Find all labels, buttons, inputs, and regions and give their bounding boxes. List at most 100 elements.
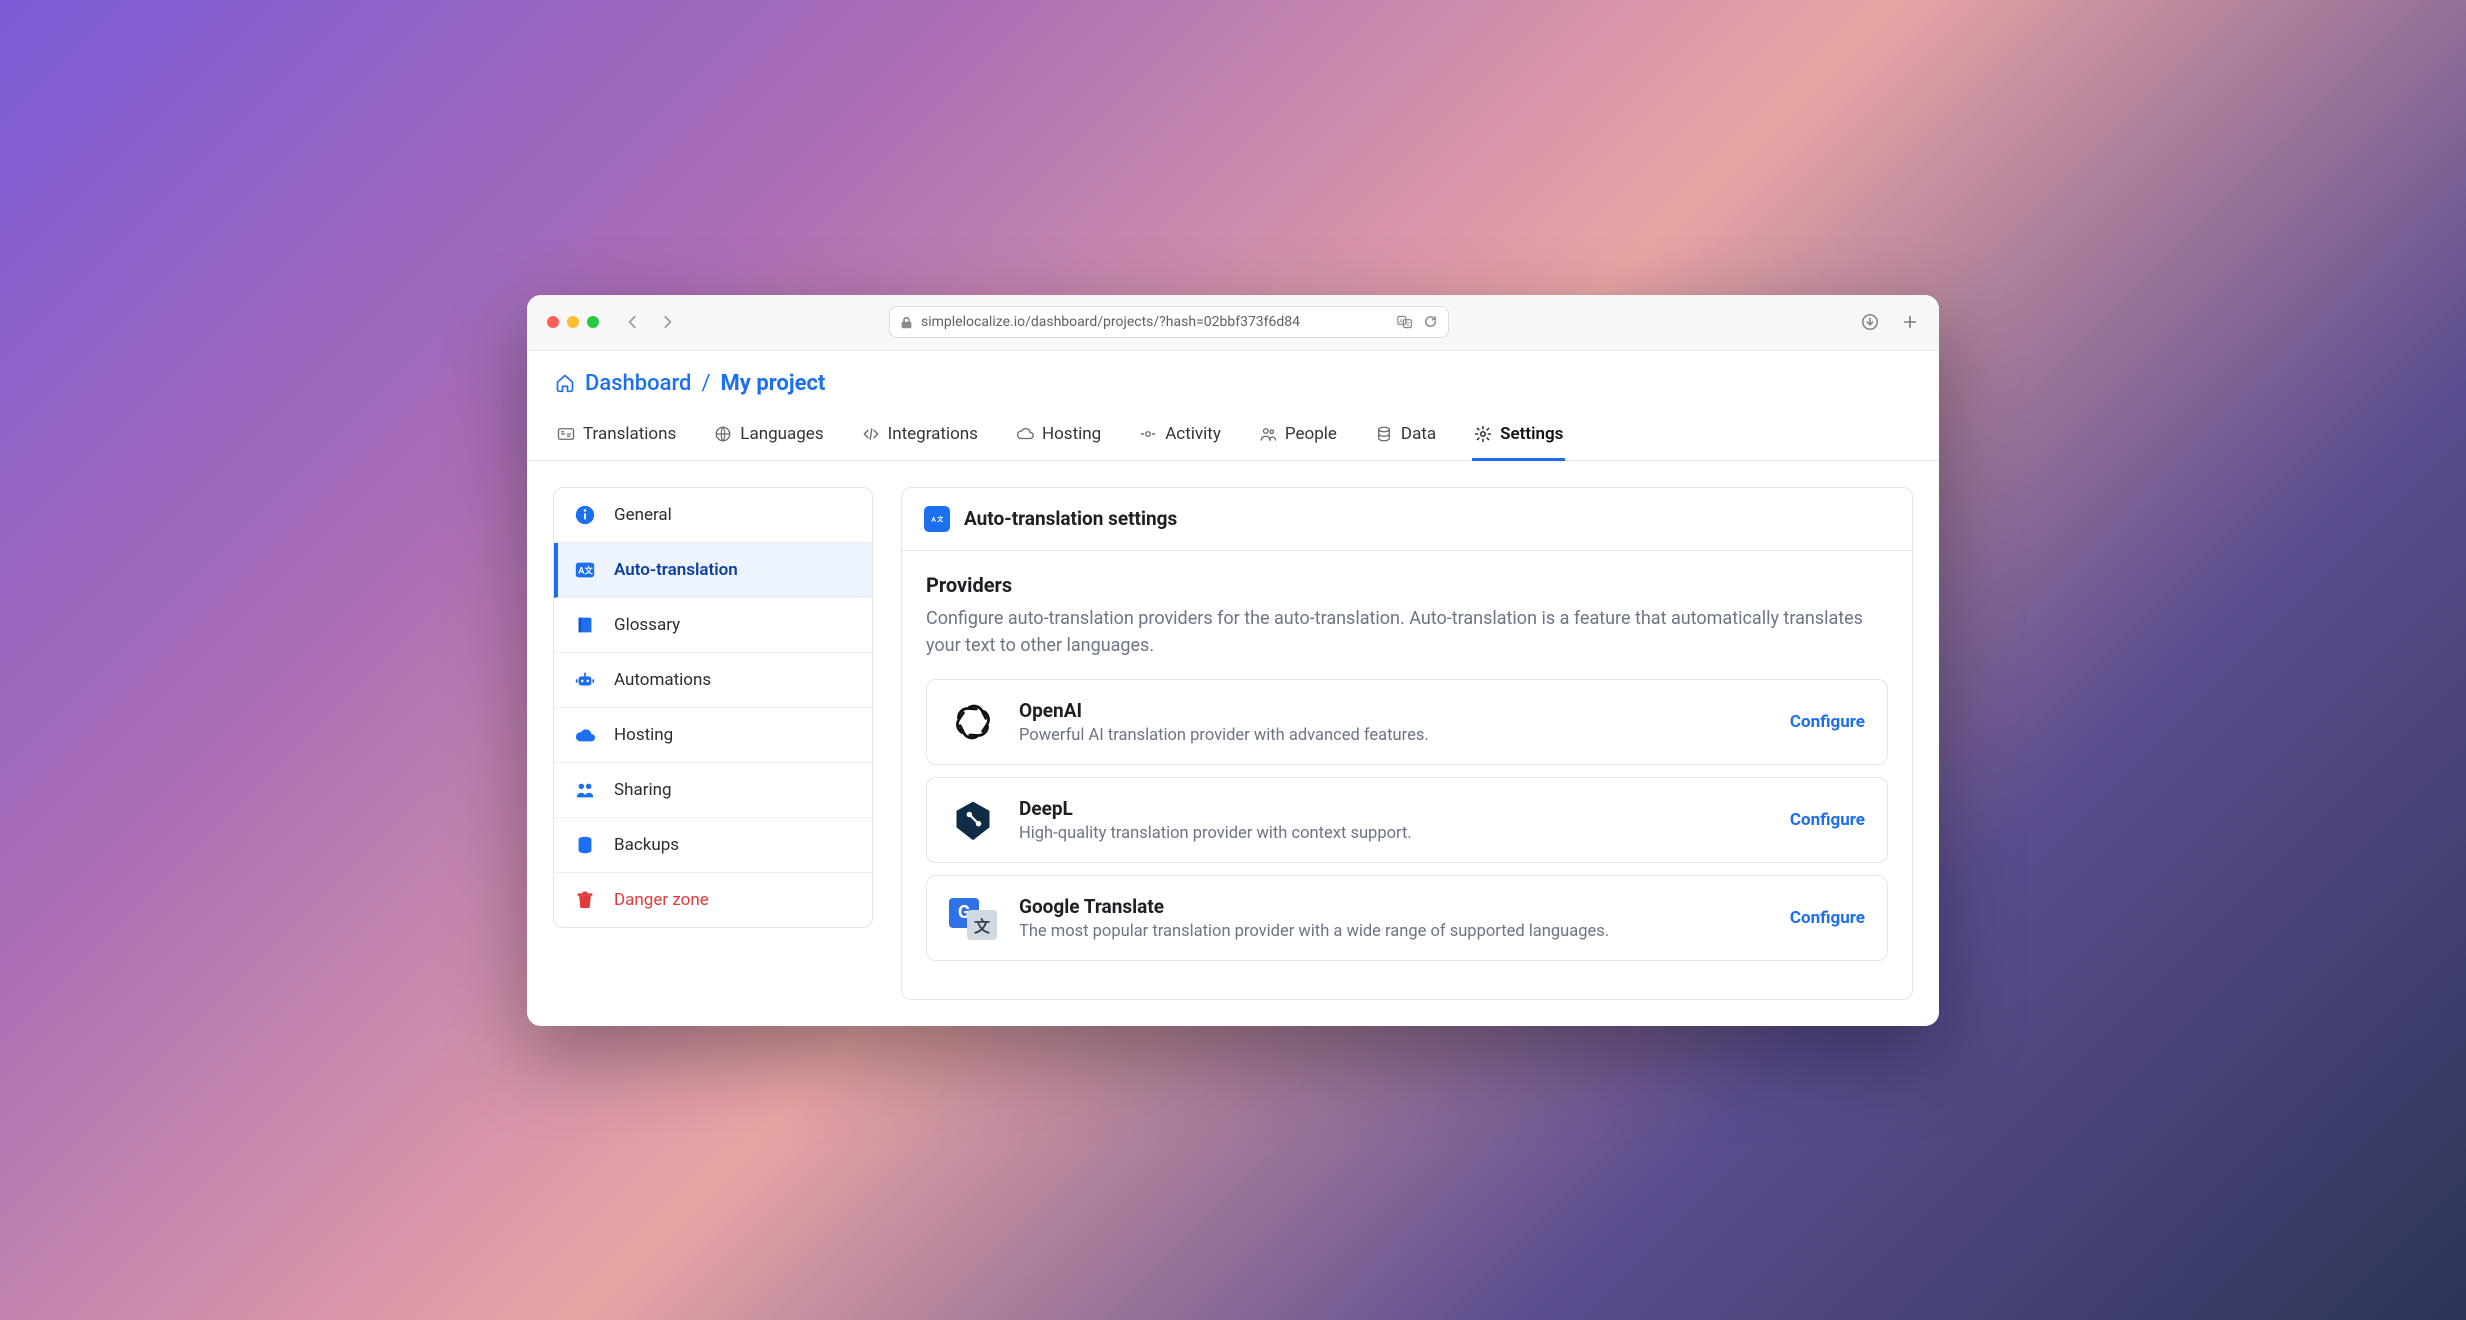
tab-integrations[interactable]: Integrations [860, 414, 980, 461]
provider-description: Powerful AI translation provider with ad… [1019, 726, 1768, 745]
sidebar-item-label: General [614, 505, 672, 525]
sidebar-item-danger[interactable]: Danger zone [554, 873, 872, 927]
openai-icon [949, 698, 997, 746]
translations-icon [557, 425, 575, 443]
panel-header: A文 Auto-translation settings [902, 488, 1912, 551]
tab-languages[interactable]: Languages [712, 414, 825, 461]
provider-name: Google Translate [1019, 895, 1768, 918]
app-content: Dashboard / My project Translations Lang… [527, 351, 1939, 1026]
url-text: simplelocalize.io/dashboard/projects/?ha… [921, 314, 1389, 330]
sidebar-item-label: Glossary [614, 615, 680, 635]
google-translate-icon: G 文 [949, 894, 997, 942]
sidebar-item-label: Automations [614, 670, 711, 690]
configure-button-google[interactable]: Configure [1790, 908, 1865, 928]
tab-label: Translations [583, 424, 676, 444]
configure-button-openai[interactable]: Configure [1790, 712, 1865, 732]
sidebar-item-sharing[interactable]: Sharing [554, 763, 872, 818]
project-tabs: Translations Languages Integrations Host… [527, 410, 1939, 461]
window-controls [547, 316, 599, 328]
titlebar: simplelocalize.io/dashboard/projects/?ha… [527, 295, 1939, 351]
provider-row-deepl: DeepL High-quality translation provider … [926, 777, 1888, 863]
globe-icon [714, 425, 732, 443]
settings-sidebar: General A文 Auto-translation Glossary [553, 487, 873, 928]
provider-description: High-quality translation provider with c… [1019, 824, 1768, 843]
activity-icon [1139, 425, 1157, 443]
breadcrumb-current: My project [721, 371, 826, 396]
configure-button-deepl[interactable]: Configure [1790, 810, 1865, 830]
share-icon [574, 779, 596, 801]
close-window-button[interactable] [547, 316, 559, 328]
stack-icon [574, 834, 596, 856]
reload-icon[interactable] [1423, 314, 1438, 330]
provider-row-openai: OpenAI Powerful AI translation provider … [926, 679, 1888, 765]
address-bar[interactable]: simplelocalize.io/dashboard/projects/?ha… [889, 306, 1449, 338]
sidebar-item-label: Hosting [614, 725, 673, 745]
sidebar-item-general[interactable]: General [554, 488, 872, 543]
minimize-window-button[interactable] [567, 316, 579, 328]
tab-settings[interactable]: Settings [1472, 414, 1565, 461]
sidebar-item-automations[interactable]: Automations [554, 653, 872, 708]
code-icon [862, 425, 880, 443]
robot-icon [574, 669, 596, 691]
svg-text:A: A [931, 515, 936, 523]
new-tab-button[interactable] [1901, 313, 1919, 331]
translate-page-icon[interactable]: A文 [1397, 314, 1413, 330]
sidebar-item-auto-translation[interactable]: A文 Auto-translation [554, 543, 872, 598]
tab-label: Data [1401, 424, 1436, 444]
tab-translations[interactable]: Translations [555, 414, 678, 461]
settings-content: General A文 Auto-translation Glossary [527, 461, 1939, 1026]
lock-icon [900, 316, 913, 329]
tab-data[interactable]: Data [1373, 414, 1438, 461]
provider-name: OpenAI [1019, 699, 1768, 722]
panel-title: Auto-translation settings [964, 507, 1177, 530]
urlbar-actions: A文 [1397, 314, 1438, 330]
tab-label: Activity [1165, 424, 1221, 444]
tab-label: Integrations [888, 424, 978, 444]
breadcrumb-separator: / [701, 371, 710, 396]
translate-panel-icon: A文 [924, 506, 950, 532]
book-icon [574, 614, 596, 636]
sidebar-item-backups[interactable]: Backups [554, 818, 872, 873]
sidebar-item-glossary[interactable]: Glossary [554, 598, 872, 653]
info-icon [574, 504, 596, 526]
provider-description: The most popular translation provider wi… [1019, 922, 1768, 941]
cloud-solid-icon [574, 724, 596, 746]
tab-hosting[interactable]: Hosting [1014, 414, 1103, 461]
section-description: Configure auto-translation providers for… [926, 605, 1888, 659]
tab-label: People [1285, 424, 1337, 444]
maximize-window-button[interactable] [587, 316, 599, 328]
tab-label: Hosting [1042, 424, 1101, 444]
svg-text:文: 文 [585, 565, 594, 576]
people-icon [1259, 425, 1277, 443]
breadcrumb: Dashboard / My project [527, 351, 1939, 410]
deepl-icon [949, 796, 997, 844]
svg-text:A: A [1399, 319, 1403, 325]
downloads-button[interactable] [1861, 313, 1879, 331]
trash-icon [574, 889, 596, 911]
browser-window: simplelocalize.io/dashboard/projects/?ha… [527, 295, 1939, 1026]
nav-buttons [625, 314, 675, 330]
breadcrumb-root[interactable]: Dashboard [585, 371, 691, 396]
gear-icon [1474, 425, 1492, 443]
tab-label: Settings [1500, 424, 1563, 444]
sidebar-item-label: Auto-translation [614, 560, 738, 580]
back-button[interactable] [625, 314, 641, 330]
translate-icon: A文 [574, 559, 596, 581]
provider-row-google: G 文 Google Translate The most popular tr… [926, 875, 1888, 961]
settings-panel: A文 Auto-translation settings Providers C… [901, 487, 1913, 1000]
database-icon [1375, 425, 1393, 443]
sidebar-item-label: Backups [614, 835, 679, 855]
provider-name: DeepL [1019, 797, 1768, 820]
sidebar-item-hosting[interactable]: Hosting [554, 708, 872, 763]
tab-label: Languages [740, 424, 823, 444]
cloud-icon [1016, 425, 1034, 443]
svg-text:文: 文 [936, 515, 944, 523]
section-title: Providers [926, 573, 1888, 597]
forward-button[interactable] [659, 314, 675, 330]
sidebar-item-label: Danger zone [614, 890, 709, 910]
tab-people[interactable]: People [1257, 414, 1339, 461]
panel-body: Providers Configure auto-translation pro… [902, 551, 1912, 999]
home-icon [555, 373, 575, 393]
sidebar-item-label: Sharing [614, 780, 672, 800]
tab-activity[interactable]: Activity [1137, 414, 1223, 461]
